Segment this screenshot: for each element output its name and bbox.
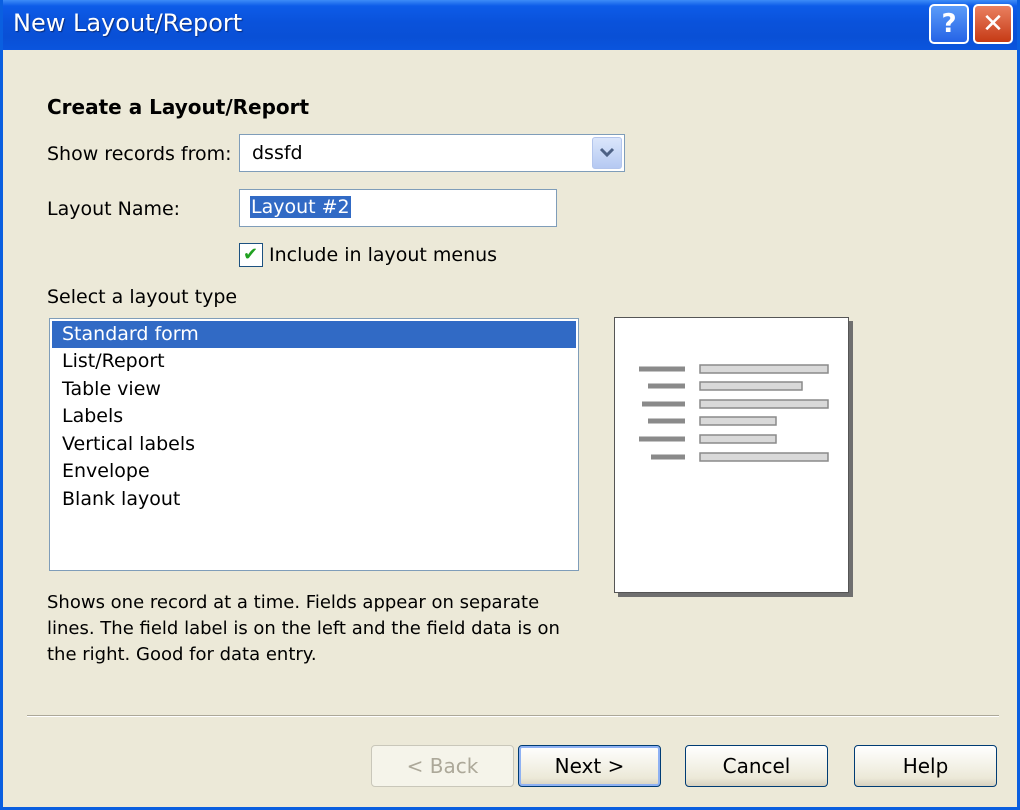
window-title: New Layout/Report (13, 9, 243, 37)
chevron-down-icon (599, 147, 615, 158)
new-layout-dialog: New Layout/Report ? ✕ Create a Layout/Re… (0, 0, 1020, 810)
list-item-list-report[interactable]: List/Report (52, 348, 576, 375)
layout-type-label: Select a layout type (47, 286, 238, 308)
layout-description: Shows one record at a time. Fields appea… (47, 592, 560, 665)
list-item-table-view[interactable]: Table view (52, 376, 576, 403)
dropdown-button[interactable] (592, 137, 622, 169)
layout-name-label: Layout Name: (47, 198, 181, 220)
include-menus-checkbox[interactable]: ✔ (239, 243, 263, 267)
help-title-button[interactable]: ? (929, 4, 969, 44)
list-item-blank-layout[interactable]: Blank layout (52, 486, 576, 513)
layout-type-list[interactable]: Standard form List/Report Table view Lab… (49, 318, 579, 571)
dialog-heading: Create a Layout/Report (47, 95, 310, 119)
layout-preview (614, 317, 849, 593)
checkmark-icon: ✔ (243, 244, 259, 265)
title-bar[interactable]: New Layout/Report ? ✕ (3, 0, 1017, 50)
close-icon: ✕ (982, 9, 1004, 39)
include-menus-label[interactable]: Include in layout menus (269, 244, 497, 266)
list-item-standard-form[interactable]: Standard form (52, 321, 576, 348)
divider (27, 715, 999, 717)
standard-form-preview-icon (639, 364, 829, 462)
show-records-value: dssfd (252, 142, 303, 164)
cancel-button[interactable]: Cancel (685, 745, 828, 787)
layout-name-value: Layout #2 (250, 196, 351, 218)
layout-name-input[interactable]: Layout #2 (239, 189, 557, 227)
list-item-labels[interactable]: Labels (52, 403, 576, 430)
help-button[interactable]: Help (854, 745, 997, 787)
back-button[interactable]: < Back (371, 745, 514, 787)
list-item-envelope[interactable]: Envelope (52, 458, 576, 485)
list-item-vertical-labels[interactable]: Vertical labels (52, 431, 576, 458)
close-button[interactable]: ✕ (973, 4, 1013, 44)
next-button[interactable]: Next > (518, 745, 661, 787)
show-records-label: Show records from: (47, 143, 232, 165)
show-records-dropdown[interactable]: dssfd (239, 134, 625, 172)
question-icon: ? (941, 9, 957, 39)
